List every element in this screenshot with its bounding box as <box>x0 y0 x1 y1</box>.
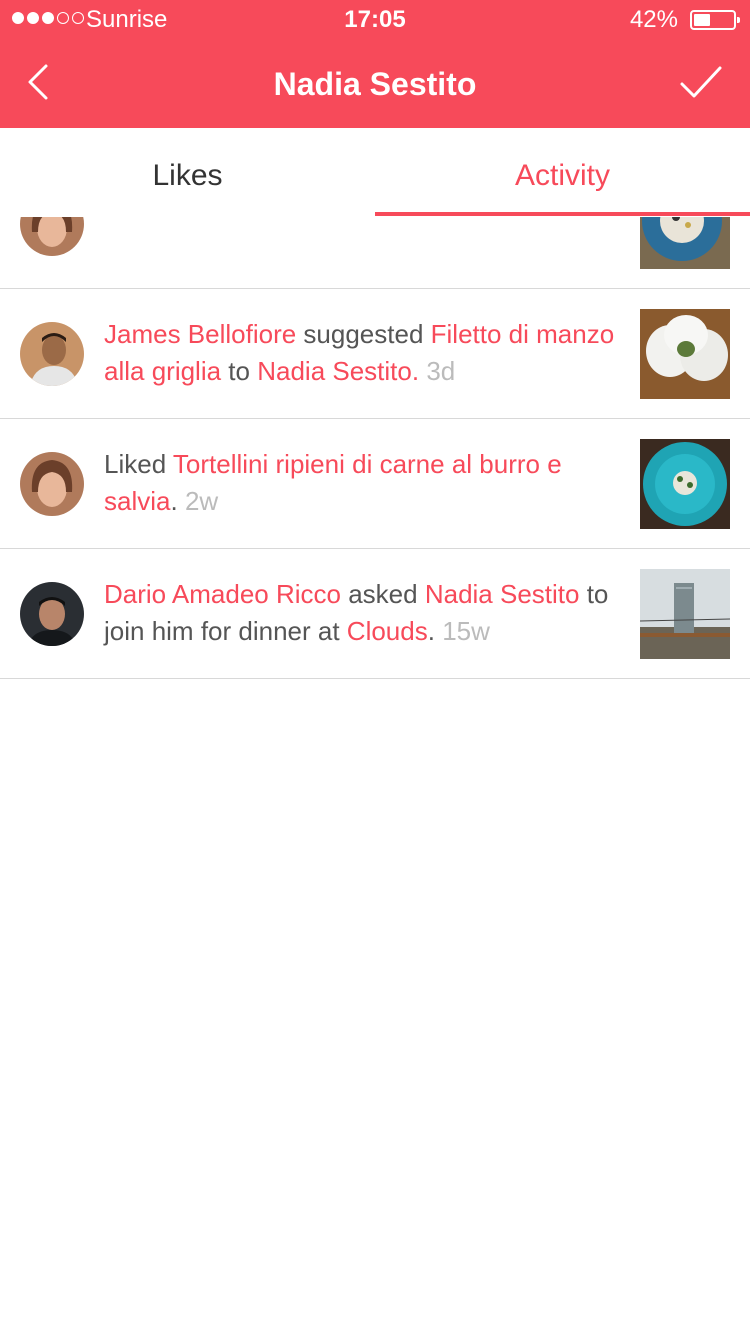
activity-text: Dario Amadeo Ricco asked Nadia Sestito t… <box>104 576 620 650</box>
dumplings-thumbnail[interactable] <box>640 309 730 399</box>
activity-text: James Bellofiore suggested Filetto di ma… <box>104 316 620 390</box>
activity-text: Liked Tortellini ripieni di carne al bur… <box>104 446 620 520</box>
tab-likes[interactable]: Likes <box>0 128 375 216</box>
actor-link[interactable]: James Bellofiore <box>104 319 296 349</box>
active-tab-indicator <box>375 212 750 216</box>
sentence-end: . <box>427 616 435 646</box>
avatar[interactable] <box>20 452 84 516</box>
avatar[interactable] <box>20 322 84 386</box>
timestamp: 2w <box>184 486 219 516</box>
actor-link[interactable]: Dario Amadeo Ricco <box>104 579 341 609</box>
restaurant-link[interactable]: Clouds <box>347 616 428 646</box>
teal-plate-thumbnail[interactable] <box>640 439 730 529</box>
target-user-link[interactable]: Nadia Sestito <box>425 579 580 609</box>
status-bar: Sunrise 17:05 42% <box>0 0 750 40</box>
checkmark-icon[interactable] <box>678 60 724 106</box>
timestamp: 3d <box>426 356 456 386</box>
avatar[interactable] <box>20 582 84 646</box>
verb: asked <box>341 579 425 609</box>
list-item[interactable]: Liked Tortellini ripieni di carne al bur… <box>0 419 750 549</box>
list-item[interactable] <box>0 217 750 289</box>
tab-activity[interactable]: Activity <box>375 128 750 216</box>
sentence-end: . <box>170 486 178 516</box>
target-user-link[interactable]: Nadia Sestito <box>257 356 412 386</box>
tab-activity-label: Activity <box>514 159 610 192</box>
battery-percent: 42% <box>629 6 678 33</box>
navigation-bar: Nadia Sestito <box>0 40 750 128</box>
verb: Liked <box>104 449 173 479</box>
header-bar: Sunrise 17:05 42% Nadia Sestito <box>0 0 750 128</box>
activity-feed[interactable]: James Bellofiore suggested Filetto di ma… <box>0 217 750 679</box>
avatar[interactable] <box>20 217 84 256</box>
list-item[interactable]: James Bellofiore suggested Filetto di ma… <box>0 289 750 419</box>
timestamp: 15w <box>442 616 490 646</box>
sentence-end: . <box>411 356 420 386</box>
connector: to <box>221 356 258 386</box>
verb: suggested <box>296 319 431 349</box>
battery-icon <box>690 10 740 30</box>
list-item[interactable]: Dario Amadeo Ricco asked Nadia Sestito t… <box>0 549 750 679</box>
page-title: Nadia Sestito <box>273 66 477 102</box>
tab-bar: Likes Activity <box>0 128 750 345</box>
food-plate-thumbnail[interactable] <box>640 217 730 269</box>
tower-building-thumbnail[interactable] <box>640 569 730 659</box>
